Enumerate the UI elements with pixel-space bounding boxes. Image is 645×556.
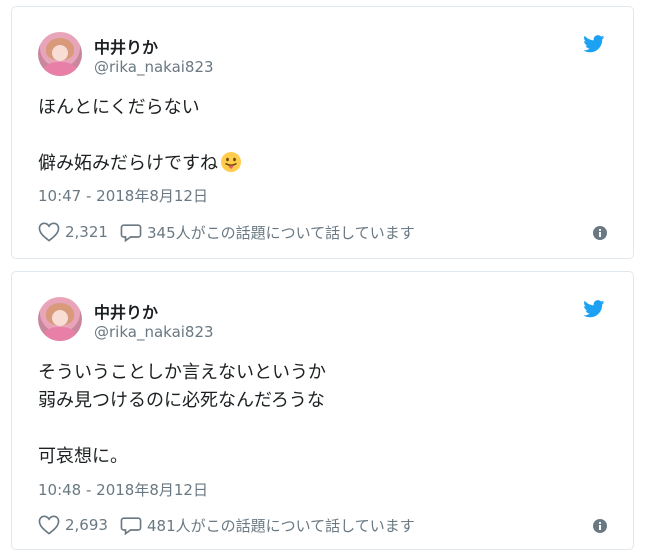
reply-text: 345人がこの話題について話しています	[147, 223, 415, 242]
heart-icon	[38, 515, 60, 535]
like-count: 2,693	[65, 516, 108, 534]
like-button[interactable]: 2,321	[38, 220, 108, 244]
twitter-bird-icon[interactable]	[583, 35, 605, 53]
reply-button[interactable]: 345人がこの話題について話しています	[120, 220, 415, 244]
tweet-line: 可哀想に。	[38, 446, 128, 467]
reply-button[interactable]: 481人がこの話題について話しています	[120, 513, 415, 537]
tweet-line	[38, 122, 242, 150]
tweet-text: そういうことしか言えないというか 弱み見つけるのに必死なんだろうな 可哀想に。	[38, 359, 326, 471]
face-with-tongue-icon	[221, 152, 241, 172]
like-count: 2,321	[65, 223, 108, 241]
timestamp-link[interactable]: 10:48 - 2018年8月12日	[38, 479, 208, 500]
avatar[interactable]	[38, 297, 82, 341]
tweet-actions: 2,321 345人がこの話題について話しています	[38, 220, 607, 244]
tweet-line: 僻み妬みだらけですね	[38, 153, 218, 174]
avatar[interactable]	[38, 32, 82, 76]
author-handle[interactable]: @rika_nakai823	[94, 58, 214, 76]
info-icon[interactable]	[593, 226, 607, 240]
author-name[interactable]: 中井りか	[94, 34, 158, 58]
tweet-line	[38, 415, 326, 443]
info-icon[interactable]	[593, 519, 607, 533]
heart-icon	[38, 222, 60, 242]
author-handle[interactable]: @rika_nakai823	[94, 323, 214, 341]
reply-bubble-icon	[120, 517, 142, 535]
tweet-line: ほんとにくだらない	[38, 97, 200, 118]
tweet-text: ほんとにくだらない 僻み妬みだらけですね	[38, 94, 242, 178]
tweet-card[interactable]: 中井りか @rika_nakai823 ほんとにくだらない 僻み妬みだらけですね…	[11, 6, 634, 259]
reply-bubble-icon	[120, 224, 142, 242]
like-button[interactable]: 2,693	[38, 513, 108, 537]
tweet-actions: 2,693 481人がこの話題について話しています	[38, 513, 607, 537]
timestamp-link[interactable]: 10:47 - 2018年8月12日	[38, 185, 208, 206]
tweet-line: 弱み見つけるのに必死なんだろうな	[38, 390, 325, 411]
tweet-line: そういうことしか言えないというか	[38, 362, 326, 383]
author-name[interactable]: 中井りか	[94, 299, 158, 323]
reply-text: 481人がこの話題について話しています	[147, 516, 415, 535]
twitter-bird-icon[interactable]	[583, 300, 605, 318]
tweet-card[interactable]: 中井りか @rika_nakai823 そういうことしか言えないというか 弱み見…	[11, 271, 634, 550]
